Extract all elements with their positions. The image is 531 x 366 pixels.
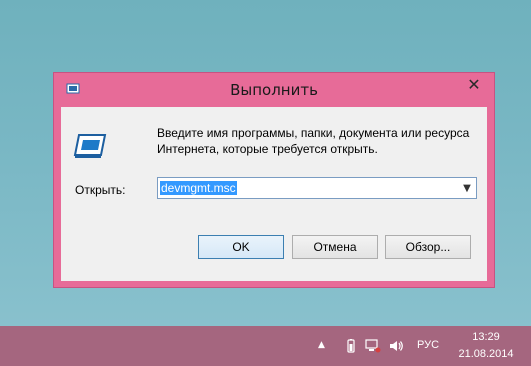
open-combobox[interactable]: devmgmt.msc ▼ xyxy=(157,177,477,199)
close-icon: ✕ xyxy=(467,74,481,94)
run-dialog: Выполнить ✕ Введите имя программы, папки… xyxy=(53,72,495,288)
run-dialog-icon xyxy=(73,134,107,158)
open-input-value: devmgmt.msc xyxy=(160,181,237,195)
browse-button[interactable]: Обзор... xyxy=(385,235,471,259)
open-label: Открыть: xyxy=(75,183,126,197)
network-icon[interactable] xyxy=(365,339,381,353)
title-bar[interactable]: Выполнить ✕ xyxy=(54,73,494,107)
show-hidden-icons-button[interactable]: ▲ xyxy=(318,340,325,350)
ok-button[interactable]: OK xyxy=(198,235,284,259)
run-description: Введите имя программы, папки, документа … xyxy=(157,126,470,156)
clock-date[interactable]: 21.08.2014 xyxy=(456,348,516,360)
clock-time[interactable]: 13:29 xyxy=(456,331,516,343)
open-input[interactable]: devmgmt.msc xyxy=(160,179,237,197)
close-button[interactable]: ✕ xyxy=(460,73,488,95)
cancel-button[interactable]: Отмена xyxy=(292,235,378,259)
input-language-indicator[interactable]: РУС xyxy=(417,339,439,351)
dialog-title: Выполнить xyxy=(230,81,318,99)
taskbar: ▲ РУС 13:29 21.08.2014 xyxy=(0,326,531,366)
dropdown-button[interactable]: ▼ xyxy=(461,180,473,196)
volume-icon[interactable] xyxy=(388,339,404,353)
chevron-down-icon: ▼ xyxy=(463,182,471,194)
battery-icon[interactable] xyxy=(343,339,359,353)
